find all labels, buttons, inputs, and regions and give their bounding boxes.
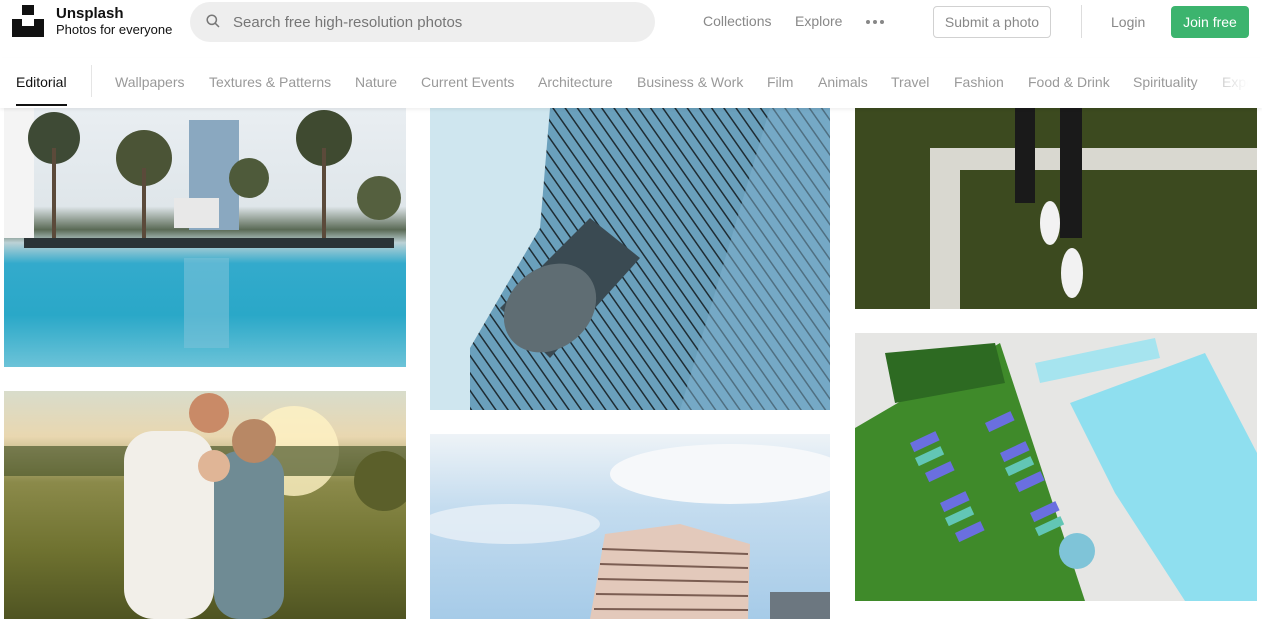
category-item[interactable]: Travel: [891, 74, 929, 90]
category-item[interactable]: Spirituality: [1133, 74, 1198, 90]
unsplash-logo-icon[interactable]: [12, 5, 44, 37]
join-free-button[interactable]: Join free: [1171, 6, 1249, 38]
photo-building-sky[interactable]: [430, 434, 830, 619]
category-item[interactable]: Fashion: [954, 74, 1004, 90]
photo-aerial-pool[interactable]: [855, 333, 1257, 601]
active-underline: [16, 104, 67, 106]
category-item[interactable]: Nature: [355, 74, 397, 90]
brand-tagline: Photos for everyone: [56, 22, 173, 37]
category-item[interactable]: Textures & Patterns: [209, 74, 331, 90]
category-item[interactable]: Food & Drink: [1028, 74, 1110, 90]
photo-pool-palms[interactable]: [4, 108, 406, 367]
top-header: Unsplash Photos for everyone Search free…: [0, 0, 1262, 44]
scroll-fade: [1192, 58, 1262, 106]
photo-grass-court[interactable]: [855, 108, 1257, 309]
building-scene-icon: [430, 444, 830, 619]
category-bar: Editorial Wallpapers Textures & Patterns…: [0, 58, 1262, 108]
nav-explore[interactable]: Explore: [795, 13, 842, 29]
aerial-pool-scene-icon: [855, 338, 1257, 601]
search-placeholder: Search free high-resolution photos: [233, 14, 463, 31]
pool-scene-icon: [4, 108, 401, 348]
more-options-icon[interactable]: [866, 20, 884, 24]
brand-name: Unsplash: [56, 5, 124, 22]
category-item[interactable]: Wallpapers: [115, 74, 185, 90]
search-input[interactable]: Search free high-resolution photos: [190, 2, 655, 42]
divider: [1081, 5, 1082, 38]
category-editorial[interactable]: Editorial: [16, 74, 67, 90]
photo-family-field[interactable]: [4, 391, 406, 619]
family-scene-icon: [4, 393, 406, 619]
category-item[interactable]: Current Events: [421, 74, 514, 90]
skyscraper-scene-icon: [470, 108, 830, 410]
category-item[interactable]: Film: [767, 74, 793, 90]
login-link[interactable]: Login: [1111, 14, 1145, 30]
category-item[interactable]: Business & Work: [637, 74, 743, 90]
photo-glass-skyscraper[interactable]: [430, 108, 830, 410]
nav-collections[interactable]: Collections: [703, 13, 771, 29]
submit-photo-button[interactable]: Submit a photo: [933, 6, 1051, 38]
brand[interactable]: Unsplash Photos for everyone: [56, 6, 172, 38]
category-item[interactable]: Architecture: [538, 74, 613, 90]
search-icon: [206, 14, 220, 28]
court-scene-icon: [930, 108, 1257, 309]
category-item[interactable]: Animals: [818, 74, 868, 90]
divider: [91, 65, 92, 97]
